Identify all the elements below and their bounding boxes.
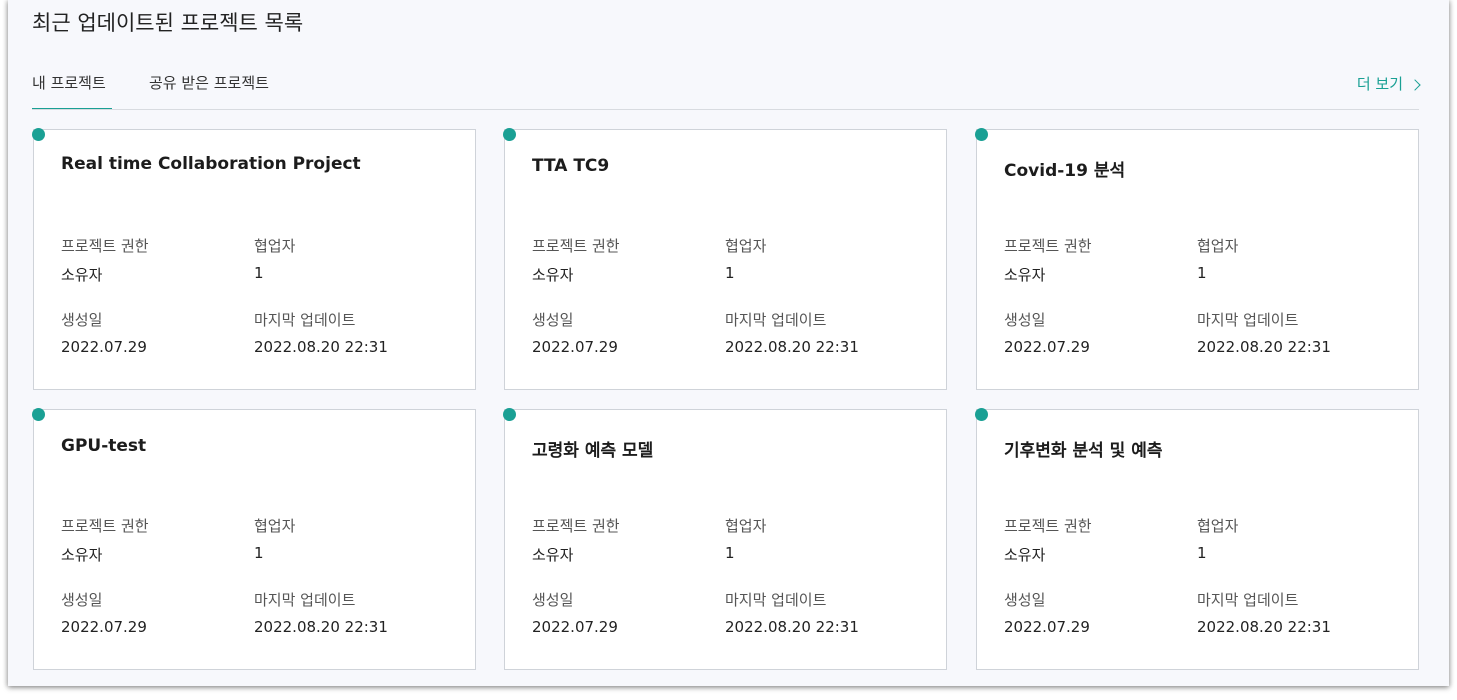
collaborators-value: 1 — [725, 264, 735, 282]
project-title: TTA TC9 — [532, 156, 610, 176]
permission-value: 소유자 — [532, 546, 574, 564]
collaborators-label: 협업자 — [1197, 517, 1239, 535]
project-card[interactable]: Covid-19 분석 프로젝트 권한 협업자 소유자 1 생성일 마지막 업데… — [975, 128, 1419, 390]
project-title: Covid-19 분석 — [1004, 161, 1126, 181]
collaborators-label: 협업자 — [725, 237, 767, 255]
project-card[interactable]: TTA TC9 프로젝트 권한 협업자 소유자 1 생성일 마지막 업데이트 2… — [503, 128, 947, 390]
status-dot-icon — [975, 128, 988, 141]
last-update-label: 마지막 업데이트 — [1197, 311, 1299, 329]
collaborators-label: 협업자 — [254, 237, 296, 255]
permission-value: 소유자 — [1004, 546, 1046, 564]
last-update-value: 2022.08.20 22:31 — [1197, 618, 1331, 636]
project-title: GPU-test — [61, 436, 147, 456]
recent-projects-panel: 최근 업데이트된 프로젝트 목록 내 프로젝트 공유 받은 프로젝트 더 보기 … — [8, 0, 1449, 686]
last-update-label: 마지막 업데이트 — [254, 311, 356, 329]
collaborators-value: 1 — [254, 544, 264, 562]
permission-label: 프로젝트 권한 — [1004, 237, 1092, 255]
created-label: 생성일 — [61, 311, 103, 329]
status-dot-icon — [32, 128, 45, 141]
permission-value: 소유자 — [1004, 266, 1046, 284]
permission-label: 프로젝트 권한 — [532, 517, 620, 535]
chevron-right-icon — [1409, 78, 1421, 91]
created-value: 2022.07.29 — [1004, 338, 1090, 356]
last-update-label: 마지막 업데이트 — [1197, 591, 1299, 609]
last-update-value: 2022.08.20 22:31 — [254, 338, 388, 356]
created-value: 2022.07.29 — [61, 338, 147, 356]
more-label: 더 보기 — [1356, 75, 1403, 93]
last-update-value: 2022.08.20 22:31 — [725, 618, 859, 636]
permission-value: 소유자 — [61, 546, 103, 564]
tab-my-projects[interactable]: 내 프로젝트 — [32, 72, 112, 110]
project-title: 기후변화 분석 및 예측 — [1004, 441, 1163, 461]
project-card[interactable]: Real time Collaboration Project 프로젝트 권한 … — [32, 128, 476, 390]
project-title: 고령화 예측 모델 — [532, 441, 654, 461]
last-update-label: 마지막 업데이트 — [725, 311, 827, 329]
created-label: 생성일 — [1004, 591, 1046, 609]
permission-label: 프로젝트 권한 — [532, 237, 620, 255]
project-card[interactable]: GPU-test 프로젝트 권한 협업자 소유자 1 생성일 마지막 업데이트 … — [32, 408, 476, 670]
tabs-divider — [32, 109, 1419, 110]
last-update-value: 2022.08.20 22:31 — [254, 618, 388, 636]
collaborators-value: 1 — [254, 264, 264, 282]
collaborators-label: 협업자 — [1197, 237, 1239, 255]
project-card[interactable]: 기후변화 분석 및 예측 프로젝트 권한 협업자 소유자 1 생성일 마지막 업… — [975, 408, 1419, 670]
collaborators-label: 협업자 — [725, 517, 767, 535]
status-dot-icon — [975, 408, 988, 421]
more-link[interactable]: 더 보기 — [1356, 73, 1421, 95]
created-value: 2022.07.29 — [532, 338, 618, 356]
last-update-value: 2022.08.20 22:31 — [1197, 338, 1331, 356]
created-value: 2022.07.29 — [1004, 618, 1090, 636]
permission-value: 소유자 — [532, 266, 574, 284]
status-dot-icon — [503, 128, 516, 141]
project-title: Real time Collaboration Project — [61, 154, 361, 174]
collaborators-label: 협업자 — [254, 517, 296, 535]
created-value: 2022.07.29 — [532, 618, 618, 636]
permission-label: 프로젝트 권한 — [61, 517, 149, 535]
last-update-label: 마지막 업데이트 — [725, 591, 827, 609]
status-dot-icon — [503, 408, 516, 421]
permission-label: 프로젝트 권한 — [61, 237, 149, 255]
permission-label: 프로젝트 권한 — [1004, 517, 1092, 535]
created-value: 2022.07.29 — [61, 618, 147, 636]
project-card[interactable]: 고령화 예측 모델 프로젝트 권한 협업자 소유자 1 생성일 마지막 업데이트… — [503, 408, 947, 670]
last-update-value: 2022.08.20 22:31 — [725, 338, 859, 356]
collaborators-value: 1 — [1197, 264, 1207, 282]
tab-shared-projects[interactable]: 공유 받은 프로젝트 — [149, 72, 269, 108]
created-label: 생성일 — [1004, 311, 1046, 329]
created-label: 생성일 — [532, 591, 574, 609]
collaborators-value: 1 — [725, 544, 735, 562]
created-label: 생성일 — [532, 311, 574, 329]
collaborators-value: 1 — [1197, 544, 1207, 562]
section-title: 최근 업데이트된 프로젝트 목록 — [32, 11, 304, 35]
last-update-label: 마지막 업데이트 — [254, 591, 356, 609]
created-label: 생성일 — [61, 591, 103, 609]
permission-value: 소유자 — [61, 266, 103, 284]
status-dot-icon — [32, 408, 45, 421]
